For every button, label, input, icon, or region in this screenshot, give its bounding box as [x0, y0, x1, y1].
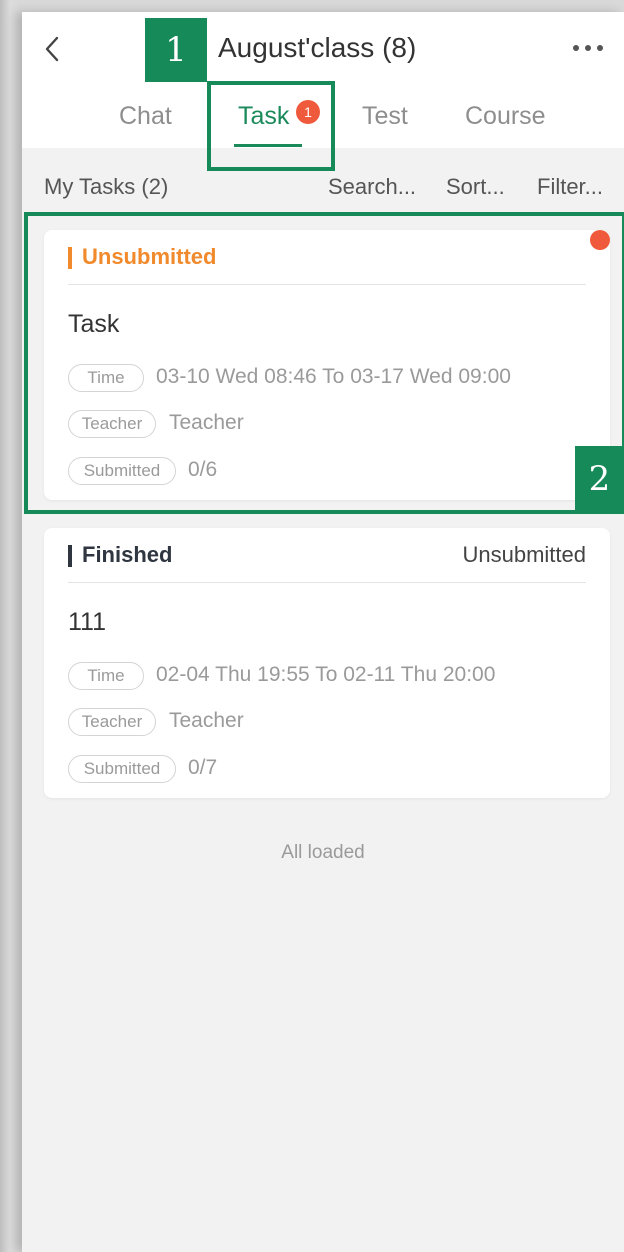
submitted-label: Submitted: [68, 755, 176, 783]
annotation-box-2: [24, 212, 624, 514]
filter-bar: My Tasks (2) Search... Sort... Filter...: [22, 172, 624, 208]
screenshot-frame: August'class (8) Chat Task Test Course 1…: [0, 0, 624, 1252]
tab-chat[interactable]: Chat: [119, 102, 172, 131]
search-button[interactable]: Search...: [328, 174, 416, 200]
annotation-box-1: [207, 81, 335, 171]
status-row: Finished Unsubmitted: [68, 542, 586, 570]
app-screen: August'class (8) Chat Task Test Course 1…: [22, 12, 624, 1252]
chevron-left-icon[interactable]: [38, 34, 68, 64]
status-bar: [68, 545, 72, 567]
more-horizontal-icon[interactable]: [568, 38, 608, 58]
teacher-value: Teacher: [169, 709, 244, 732]
submission-status: Unsubmitted: [462, 542, 586, 567]
status-label: Finished: [82, 542, 173, 567]
time-value: 02-04 Thu 19:55 To 02-11 Thu 20:00: [156, 663, 496, 686]
time-label: Time: [68, 662, 144, 690]
sort-button[interactable]: Sort...: [446, 174, 505, 200]
submitted-row: Submitted 0/7: [68, 755, 598, 785]
submitted-value: 0/7: [188, 756, 218, 779]
tab-test[interactable]: Test: [362, 102, 408, 131]
teacher-row: Teacher Teacher: [68, 708, 598, 738]
filter-button[interactable]: Filter...: [537, 174, 603, 200]
annotation-label-1: 1: [145, 18, 207, 82]
my-tasks-count: My Tasks (2): [44, 174, 169, 199]
annotation-label-2: 2: [575, 446, 624, 512]
task-card[interactable]: Finished Unsubmitted 111 Time 02-04 Thu …: [44, 528, 610, 798]
tab-course[interactable]: Course: [465, 102, 546, 131]
divider: [68, 582, 586, 583]
task-title: 111: [68, 608, 107, 636]
all-loaded-text: All loaded: [281, 842, 365, 863]
time-row: Time 02-04 Thu 19:55 To 02-11 Thu 20:00: [68, 662, 598, 692]
page-title: August'class (8): [218, 32, 417, 63]
teacher-label: Teacher: [68, 708, 156, 736]
